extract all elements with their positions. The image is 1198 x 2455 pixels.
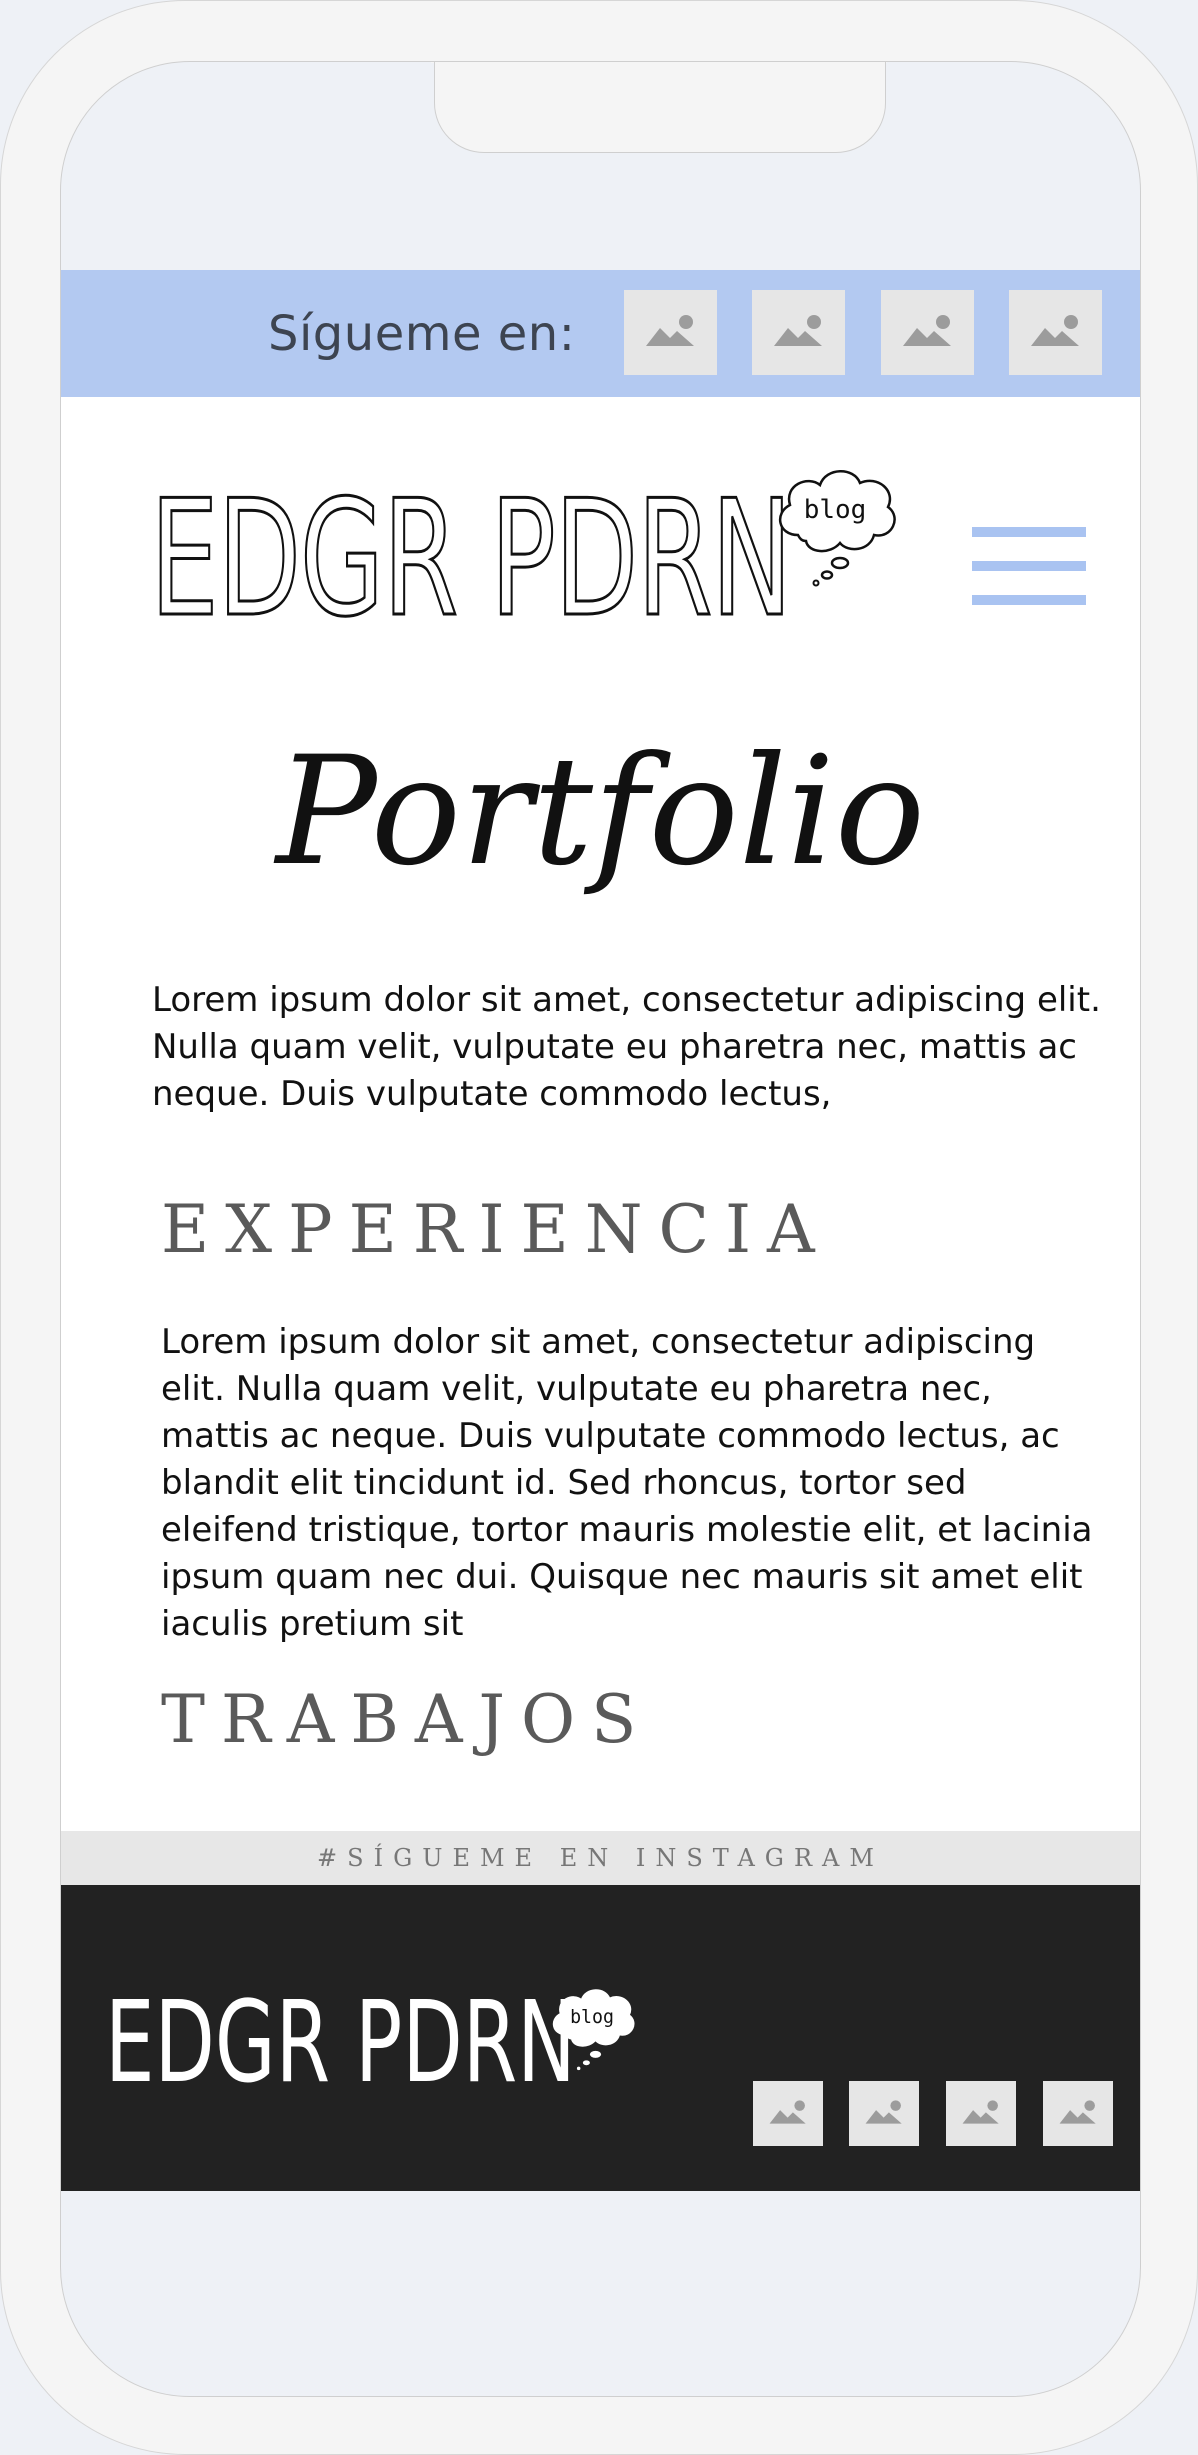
social-link-2-image-placeholder-icon[interactable] bbox=[752, 290, 845, 375]
footer-logo[interactable]: EDGR PDRN bbox=[105, 1987, 576, 2099]
footer-social-link-3-image-placeholder-icon[interactable] bbox=[946, 2081, 1016, 2146]
footer-social-link-1-image-placeholder-icon[interactable] bbox=[753, 2081, 823, 2146]
phone-notch bbox=[434, 62, 886, 153]
footer-blog-badge-label: blog bbox=[570, 2007, 614, 2028]
blog-cloud-icon: blog bbox=[778, 470, 896, 587]
hamburger-menu-icon[interactable] bbox=[972, 527, 1086, 605]
social-bar: Sígueme en: bbox=[61, 270, 1140, 397]
phone-frame: Sígueme en: EDGR PDRN blog Portfolio Lor… bbox=[0, 0, 1198, 2455]
experience-paragraph: Lorem ipsum dolor sit amet, consectetur … bbox=[161, 1322, 1093, 1644]
phone-screen: Sígueme en: EDGR PDRN blog Portfolio Lor… bbox=[60, 61, 1141, 2397]
blog-badge-label: blog bbox=[804, 495, 867, 525]
page-title: Portfolio bbox=[275, 725, 926, 899]
footer-blog-cloud-icon: blog bbox=[552, 1989, 635, 2071]
experience-heading: EXPERIENCIA bbox=[161, 1191, 831, 1268]
main-content: EDGR PDRN blog Portfolio Lorem ipsum dol… bbox=[61, 397, 1140, 1831]
intro-paragraph: Lorem ipsum dolor sit amet, consectetur … bbox=[152, 980, 1101, 1114]
works-heading: TRABAJOS bbox=[161, 1681, 653, 1758]
footer-social-link-4-image-placeholder-icon[interactable] bbox=[1043, 2081, 1113, 2146]
social-link-3-image-placeholder-icon[interactable] bbox=[881, 290, 974, 375]
footer-social-link-2-image-placeholder-icon[interactable] bbox=[849, 2081, 919, 2146]
site-logo[interactable]: EDGR PDRN bbox=[149, 477, 794, 640]
footer: EDGR PDRN blog bbox=[61, 1885, 1140, 2191]
social-label: Sígueme en: bbox=[268, 306, 576, 362]
social-link-1-image-placeholder-icon[interactable] bbox=[624, 290, 717, 375]
instagram-bar[interactable]: #SÍGUEME EN INSTAGRAM bbox=[61, 1831, 1140, 1885]
social-link-4-image-placeholder-icon[interactable] bbox=[1009, 290, 1102, 375]
